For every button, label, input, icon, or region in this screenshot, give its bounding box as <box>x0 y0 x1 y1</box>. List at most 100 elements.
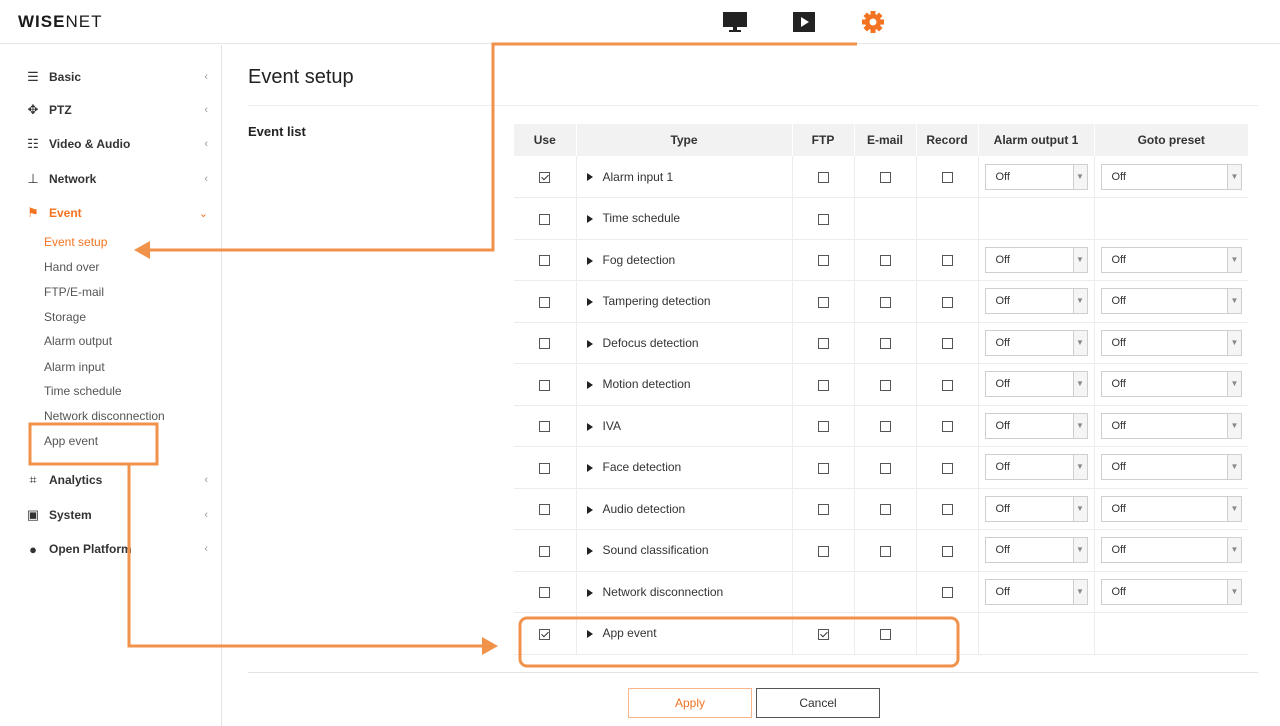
sidebar-subitem-ftp-email[interactable]: FTP/E-mail <box>44 285 104 299</box>
dropdown-select[interactable]: Off ▼ <box>984 454 1088 481</box>
dropdown-select[interactable]: Off ▼ <box>1100 537 1242 564</box>
checkbox[interactable] <box>879 296 891 308</box>
play-icon[interactable] <box>792 10 818 34</box>
type-cell[interactable]: Network disconnection <box>576 571 793 613</box>
dropdown-select[interactable]: Off ▼ <box>1100 163 1242 190</box>
dropdown-select[interactable]: Off ▼ <box>984 578 1088 605</box>
gear-icon[interactable] <box>860 10 886 34</box>
cancel-button[interactable]: Cancel <box>756 688 880 718</box>
sidebar-subitem-event-setup[interactable]: Event setup <box>44 235 107 249</box>
checkbox[interactable] <box>539 545 551 557</box>
sidebar-subitem-alarm-output[interactable]: Alarm output <box>44 334 112 348</box>
dropdown-select[interactable]: Off ▼ <box>984 246 1088 273</box>
sidebar-item-open-platform[interactable]: ● Open Platform ‹ <box>24 538 214 560</box>
checkbox[interactable] <box>817 296 829 308</box>
checkbox[interactable] <box>539 338 551 350</box>
checkbox[interactable] <box>817 255 829 267</box>
checkbox[interactable] <box>879 504 891 516</box>
dropdown-select[interactable]: Off ▼ <box>1100 288 1242 315</box>
checkbox[interactable] <box>539 421 551 433</box>
dropdown-select[interactable]: Off ▼ <box>984 288 1088 315</box>
dropdown-select[interactable]: Off ▼ <box>984 495 1088 522</box>
checkbox[interactable] <box>941 545 953 557</box>
expand-triangle-icon[interactable] <box>586 422 593 431</box>
sidebar-item-analytics[interactable]: ⌗ Analytics ‹ <box>24 469 214 491</box>
expand-triangle-icon[interactable] <box>586 381 593 390</box>
type-cell[interactable]: IVA <box>576 405 793 447</box>
checkbox[interactable] <box>539 587 551 599</box>
expand-triangle-icon[interactable] <box>586 215 593 224</box>
type-cell[interactable]: Fog detection <box>576 239 793 281</box>
type-cell[interactable]: App event <box>576 612 793 655</box>
checkbox[interactable] <box>539 628 551 640</box>
sidebar-item-system[interactable]: ▣ System ‹ <box>24 504 214 526</box>
sidebar-subitem-app-event[interactable]: App event <box>44 434 98 448</box>
dropdown-select[interactable]: Off ▼ <box>1100 412 1242 439</box>
checkbox[interactable] <box>879 421 891 433</box>
checkbox[interactable] <box>941 255 953 267</box>
sidebar-subitem-hand-over[interactable]: Hand over <box>44 260 99 274</box>
sidebar-item-basic[interactable]: ☰ Basic ‹ <box>24 66 214 88</box>
checkbox[interactable] <box>817 213 829 225</box>
expand-triangle-icon[interactable] <box>586 464 593 473</box>
sidebar-subitem-time-schedule[interactable]: Time schedule <box>44 384 122 398</box>
dropdown-select[interactable]: Off ▼ <box>984 163 1088 190</box>
checkbox[interactable] <box>941 171 953 183</box>
apply-button[interactable]: Apply <box>628 688 752 718</box>
checkbox[interactable] <box>817 171 829 183</box>
sidebar-subitem-network-disconnection[interactable]: Network disconnection <box>44 409 165 423</box>
checkbox[interactable] <box>817 628 829 640</box>
checkbox[interactable] <box>539 255 551 267</box>
dropdown-select[interactable]: Off ▼ <box>984 412 1088 439</box>
sidebar-item-network[interactable]: ⊥ Network ‹ <box>24 168 214 190</box>
checkbox[interactable] <box>817 545 829 557</box>
expand-triangle-icon[interactable] <box>586 505 593 514</box>
checkbox[interactable] <box>879 628 891 640</box>
type-cell[interactable]: Audio detection <box>576 488 793 530</box>
checkbox[interactable] <box>539 462 551 474</box>
type-cell[interactable]: Face detection <box>576 446 793 489</box>
type-cell[interactable]: Time schedule <box>576 197 793 240</box>
checkbox[interactable] <box>941 504 953 516</box>
type-cell[interactable]: Alarm input 1 <box>576 156 793 198</box>
type-cell[interactable]: Tampering detection <box>576 280 793 323</box>
sidebar-item-video-audio[interactable]: ☷ Video & Audio ‹ <box>24 133 214 155</box>
checkbox[interactable] <box>539 171 551 183</box>
sidebar-item-ptz[interactable]: ✥ PTZ ‹ <box>24 99 214 121</box>
dropdown-select[interactable]: Off ▼ <box>984 371 1088 398</box>
checkbox[interactable] <box>941 338 953 350</box>
dropdown-select[interactable]: Off ▼ <box>1100 578 1242 605</box>
checkbox[interactable] <box>879 379 891 391</box>
expand-triangle-icon[interactable] <box>586 547 593 556</box>
expand-triangle-icon[interactable] <box>586 339 593 348</box>
checkbox[interactable] <box>941 462 953 474</box>
checkbox[interactable] <box>879 171 891 183</box>
checkbox[interactable] <box>879 462 891 474</box>
type-cell[interactable]: Defocus detection <box>576 322 793 364</box>
expand-triangle-icon[interactable] <box>586 630 593 639</box>
checkbox[interactable] <box>817 462 829 474</box>
checkbox[interactable] <box>817 338 829 350</box>
sidebar-item-event[interactable]: ⚑ Event ⌄ <box>24 202 214 224</box>
dropdown-select[interactable]: Off ▼ <box>1100 371 1242 398</box>
checkbox[interactable] <box>539 504 551 516</box>
checkbox[interactable] <box>941 379 953 391</box>
dropdown-select[interactable]: Off ▼ <box>1100 454 1242 481</box>
expand-triangle-icon[interactable] <box>586 173 593 182</box>
checkbox[interactable] <box>941 296 953 308</box>
expand-triangle-icon[interactable] <box>586 298 593 307</box>
dropdown-select[interactable]: Off ▼ <box>984 537 1088 564</box>
checkbox[interactable] <box>539 296 551 308</box>
type-cell[interactable]: Sound classification <box>576 529 793 572</box>
expand-triangle-icon[interactable] <box>586 588 593 597</box>
checkbox[interactable] <box>817 421 829 433</box>
checkbox[interactable] <box>941 421 953 433</box>
checkbox[interactable] <box>817 504 829 516</box>
checkbox[interactable] <box>879 255 891 267</box>
checkbox[interactable] <box>879 545 891 557</box>
sidebar-subitem-alarm-input[interactable]: Alarm input <box>44 360 105 374</box>
checkbox[interactable] <box>539 379 551 391</box>
type-cell[interactable]: Motion detection <box>576 363 793 406</box>
checkbox[interactable] <box>817 379 829 391</box>
sidebar-subitem-storage[interactable]: Storage <box>44 310 86 324</box>
